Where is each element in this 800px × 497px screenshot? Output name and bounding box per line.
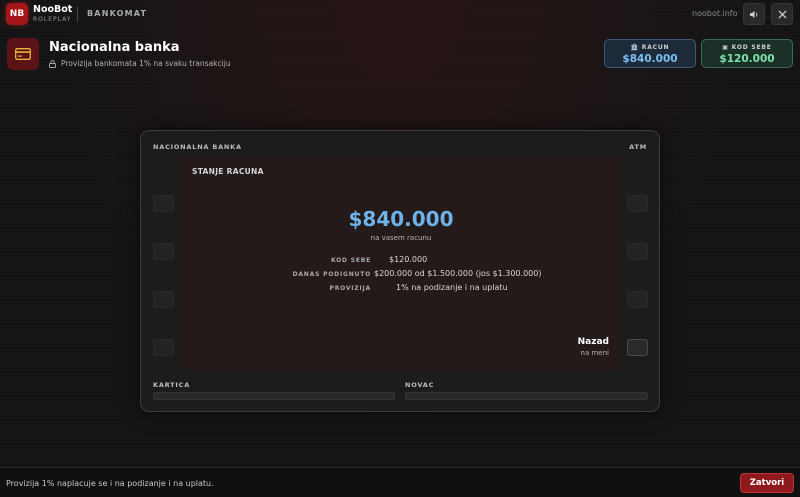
page-subtitle: Provizija bankomata 1% na svaku transakc… [49,59,231,68]
brand-name: NooBot [33,4,73,15]
side-button-left-2[interactable] [153,243,174,260]
brand-subtitle: ROLEPLAY [33,15,72,23]
brand: NooBot ROLEPLAY [33,5,72,23]
section-title: BANKOMAT [87,9,148,18]
bottom-bar: Provizija 1% naplacuje se i na podizanje… [0,467,800,497]
close-icon [777,9,787,19]
info-value: $200.000 od $1.500.000 (jos $1.300.000) [374,269,542,278]
lock-icon [49,59,56,68]
atm-label: ATM [629,143,647,151]
screen-balance: $840.000 [348,207,454,231]
account-label-text: RACUN [641,44,670,51]
info-key: DANAS PODIGNUTO [292,271,371,278]
cash-balance-label: ▣ KOD SEBE [702,44,792,51]
cash-balance-card: ▣ KOD SEBE $120.000 [701,39,793,68]
side-button-left-4[interactable] [153,339,174,356]
cash-slot-label: NOVAC [405,381,435,389]
atm-screen: STANJE RACUNA $840.000 na vasem racunu K… [181,156,621,370]
wallet-icon: ▣ [722,44,729,51]
atm-panel: NACIONALNA BANKA ATM STANJE RACUNA $840.… [140,130,660,412]
top-bar: NB NooBot ROLEPLAY BANKOMAT noobot.info [0,0,800,28]
account-balance-card: 🏦 RACUN $840.000 [604,39,696,68]
site-link[interactable]: noobot.info [692,9,738,18]
back-sub: na meni [580,349,609,357]
close-window-button[interactable] [771,3,793,25]
screen-title: STANJE RACUNA [192,167,264,176]
account-balance-value: $840.000 [622,53,678,65]
back-side-button[interactable] [627,339,648,356]
account-balance-label: 🏦 RACUN [605,44,695,51]
side-button-right-3[interactable] [627,291,648,308]
side-button-left-1[interactable] [153,195,174,212]
card-slot-label: KARTICA [153,381,191,389]
side-button-left-3[interactable] [153,291,174,308]
atm-bank-label: NACIONALNA BANKA [153,143,242,151]
back-option[interactable]: Nazad na meni [578,337,609,357]
info-row: DANAS PODIGNUTO $200.000 od $1.500.000 (… [181,269,621,281]
subtitle-text: Provizija bankomata 1% na svaku transakc… [61,59,231,68]
page-title: Nacionalna banka [49,40,180,55]
cash-label-text: KOD SEBE [731,44,772,51]
cash-slot[interactable] [405,392,648,400]
side-button-right-1[interactable] [627,195,648,212]
bank-icon: 🏦 [630,44,639,51]
info-value: 1% na podizanje i na uplatu [396,283,508,292]
back-title: Nazad [577,337,609,347]
info-row: KOD SEBE $120.000 [181,255,621,267]
info-key: KOD SEBE [330,257,371,264]
cash-balance-value: $120.000 [719,53,775,65]
info-key: PROVIZIJA [329,285,371,292]
header-icon-box [7,38,39,70]
logo: NB [6,3,28,25]
side-button-right-2[interactable] [627,243,648,260]
card-slot[interactable] [153,392,395,400]
info-row: PROVIZIJA 1% na podizanje i na uplatu [181,283,621,295]
divider [77,7,78,22]
close-button[interactable]: Zatvori [740,473,794,493]
credit-card-icon [15,48,31,60]
footer-text: Provizija 1% naplacuje se i na podizanje… [6,479,214,488]
sound-button[interactable] [743,3,765,25]
screen-balance-sub: na vasem racunu [370,234,432,242]
speaker-icon [749,10,757,18]
info-value: $120.000 [389,255,428,264]
